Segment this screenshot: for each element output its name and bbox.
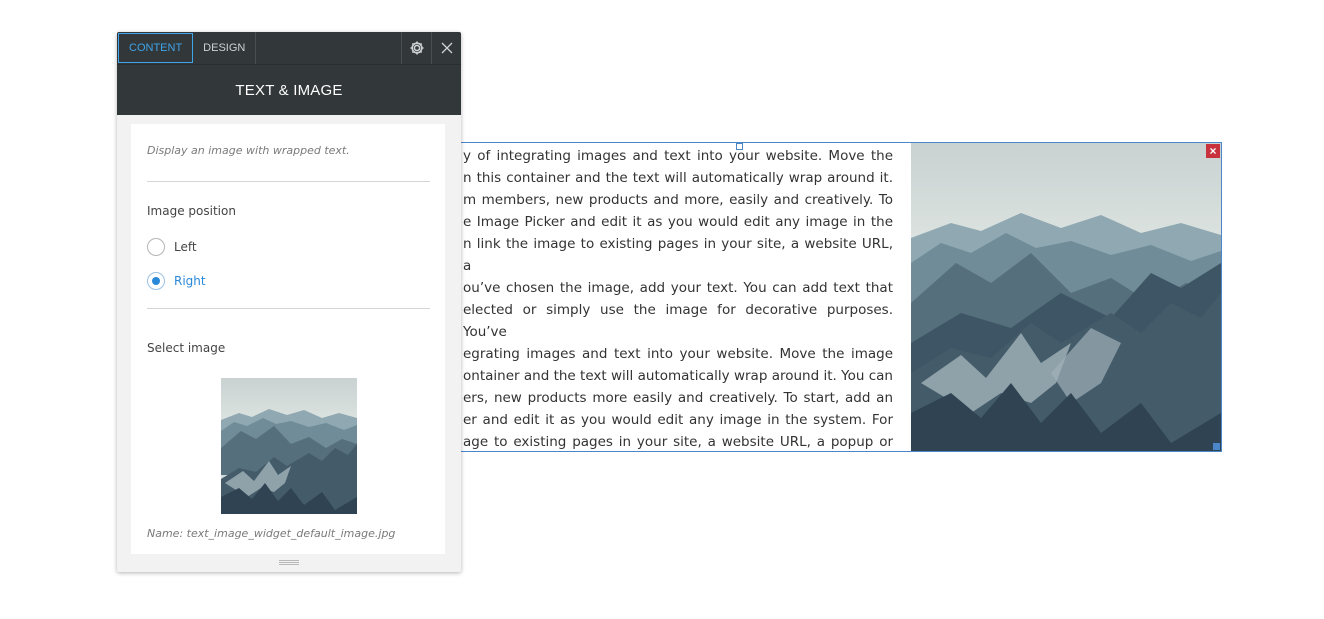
widget-text-line: er and edit it as you would edit any ima… (463, 412, 893, 428)
close-icon (441, 42, 452, 54)
panel-body: Display an image with wrapped text. Imag… (131, 124, 445, 554)
widget-text-line: e Image Picker and edit it as you would … (463, 214, 893, 230)
widget-description: Display an image with wrapped text. (147, 144, 350, 157)
close-panel-button[interactable] (431, 32, 461, 64)
widget-text-line: age to existing pages in your site, a we… (463, 434, 893, 450)
panel-resize-grip[interactable] (279, 560, 299, 565)
divider (147, 181, 430, 182)
tabs-spacer (256, 32, 401, 64)
resize-handle-top[interactable] (736, 143, 743, 150)
widget-text-line: m members, new products and more, easily… (463, 192, 893, 208)
select-image-label: Select image (147, 341, 226, 355)
widget-text-line: elected or simply use the image for deco… (463, 302, 893, 340)
settings-button[interactable] (401, 32, 431, 64)
radio-right-circle[interactable] (147, 272, 165, 290)
panel-title: TEXT & IMAGE (117, 64, 461, 115)
image-thumbnail[interactable] (221, 378, 357, 514)
radio-left-label[interactable]: Left (174, 240, 197, 254)
gear-icon (410, 41, 423, 55)
widget-settings-panel: CONTENT DESIGN TEXT & IMAGE Display an i… (117, 32, 461, 572)
widget-text[interactable]: y of integrating images and text into yo… (433, 145, 903, 451)
mountain-image (911, 143, 1221, 451)
widget-text-line: y of integrating images and text into yo… (463, 148, 893, 164)
radio-right[interactable]: Right (147, 272, 206, 290)
radio-left-circle[interactable] (147, 238, 165, 256)
tab-design[interactable]: DESIGN (193, 32, 257, 64)
widget-text-line: ontainer and the text will automatically… (463, 368, 893, 384)
divider (147, 308, 430, 309)
widget-text-line: n this container and the text will autom… (463, 170, 893, 186)
panel-tabs: CONTENT DESIGN (117, 32, 461, 64)
widget-text-line: n link the image to existing pages in yo… (463, 236, 893, 274)
radio-right-label[interactable]: Right (174, 274, 206, 288)
tab-content[interactable]: CONTENT (118, 33, 194, 63)
radio-left[interactable]: Left (147, 238, 197, 256)
image-position-label: Image position (147, 204, 236, 218)
resize-handle-bottom-right[interactable] (1213, 443, 1220, 450)
text-image-widget[interactable]: y of integrating images and text into yo… (432, 142, 1222, 452)
widget-remove-button[interactable]: × (1206, 144, 1220, 158)
widget-text-line: ers, new products more easily and creati… (463, 390, 893, 406)
image-file-name: Name: text_image_widget_default_image.jp… (147, 527, 396, 540)
widget-text-line: egrating images and text into your websi… (463, 346, 893, 362)
widget-image[interactable] (911, 143, 1221, 451)
widget-text-line: ou’ve chosen the image, add your text. Y… (463, 280, 893, 296)
mountain-thumbnail-image (221, 378, 357, 514)
